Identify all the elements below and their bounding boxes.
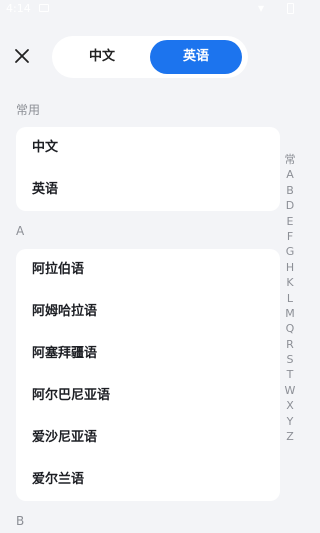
index-letter[interactable]: S (282, 352, 298, 367)
common-languages-card: 中文 英语 (16, 127, 280, 211)
toggle-english[interactable]: 英语 (150, 40, 242, 74)
close-button[interactable] (12, 46, 32, 66)
message-icon (39, 4, 49, 12)
section-label-a: A (16, 224, 25, 238)
index-letter[interactable]: E (282, 214, 298, 229)
index-letter[interactable]: Q (282, 321, 298, 336)
index-letter[interactable]: M (282, 306, 298, 321)
language-item[interactable]: 阿塞拜疆语 (16, 333, 280, 375)
index-letter[interactable]: G (282, 244, 298, 259)
index-letter[interactable]: H (282, 260, 298, 275)
alphabet-index: 常 A B D E F G H K L M Q R S T W X Y Z (282, 152, 298, 444)
language-item[interactable]: 阿姆哈拉语 (16, 291, 280, 333)
battery-icon (287, 3, 294, 14)
status-bar: 4:14 ▾ (0, 0, 300, 20)
index-letter[interactable]: W (282, 383, 298, 398)
section-label-common: 常用 (16, 103, 41, 117)
wifi-icon: ▾ (258, 1, 265, 15)
a-languages-card: 阿拉伯语 阿姆哈拉语 阿塞拜疆语 阿尔巴尼亚语 爱沙尼亚语 爱尔兰语 (16, 249, 280, 501)
status-time: 4:14 (6, 2, 31, 15)
language-item[interactable]: 中文 (16, 127, 280, 169)
language-item[interactable]: 阿尔巴尼亚语 (16, 375, 280, 417)
index-letter[interactable]: 常 (282, 152, 298, 167)
language-item[interactable]: 爱沙尼亚语 (16, 417, 280, 459)
index-letter[interactable]: X (282, 398, 298, 413)
index-letter[interactable]: L (282, 291, 298, 306)
index-letter[interactable]: F (282, 229, 298, 244)
index-letter[interactable]: Z (282, 429, 298, 444)
index-letter[interactable]: T (282, 367, 298, 382)
close-icon (15, 49, 29, 63)
index-letter[interactable]: B (282, 183, 298, 198)
index-letter[interactable]: Y (282, 414, 298, 429)
index-letter[interactable]: A (282, 167, 298, 182)
language-item[interactable]: 英语 (16, 169, 280, 211)
language-toggle: 中文 英语 (52, 36, 248, 78)
index-letter[interactable]: K (282, 275, 298, 290)
toggle-chinese[interactable]: 中文 (56, 40, 148, 74)
index-letter[interactable]: R (282, 337, 298, 352)
language-item[interactable]: 爱尔兰语 (16, 459, 280, 501)
section-label-b: B (16, 514, 25, 528)
index-letter[interactable]: D (282, 198, 298, 213)
language-item[interactable]: 阿拉伯语 (16, 249, 280, 291)
